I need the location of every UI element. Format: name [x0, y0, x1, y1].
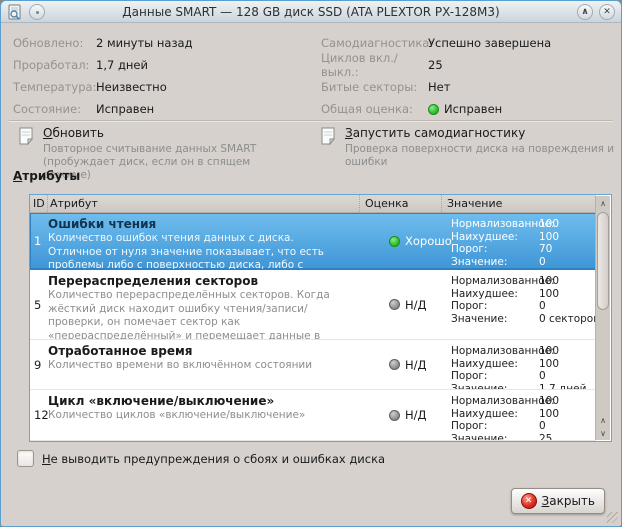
info-temperature: Температура: Неизвестно [13, 76, 193, 98]
column-header-value[interactable]: Значение [441, 195, 596, 212]
info-value: Успешно завершена [428, 36, 552, 50]
table-header: ID Атрибут Оценка Значение [30, 195, 596, 213]
table-row-powercycle[interactable]: 12 Цикл «включение/выключение» Количеств… [30, 390, 596, 441]
selftest-doc-icon [321, 127, 336, 145]
info-label: Температура: [13, 80, 97, 94]
overview-right: Самодиагностика: Успешно завершена Цикло… [321, 32, 551, 120]
close-button-label: Закрыть [541, 494, 595, 508]
info-label: Циклов вкл./выкл.: [321, 51, 398, 79]
chevron-up-icon: ∧ [581, 6, 589, 17]
selftest-button[interactable]: Запустить самодиагностику Проверка повер… [319, 126, 615, 169]
info-value: 25 [428, 58, 443, 72]
attr-description: Количество перераспределённых секторов. … [48, 289, 330, 339]
titlebar[interactable]: Данные SMART — 128 GB диск SSD (ATA PLEX… [1, 1, 621, 23]
column-header-assessment[interactable]: Оценка [359, 195, 441, 212]
attr-cell: Цикл «включение/выключение» Количество ц… [47, 390, 359, 440]
window-icon[interactable] [7, 4, 23, 20]
section-separator [9, 120, 613, 122]
resize-grip[interactable] [607, 512, 618, 523]
attr-id: 1 [34, 234, 42, 248]
attr-description: Количество времени во включённом состоян… [48, 359, 313, 371]
smart-data-dialog: Данные SMART — 128 GB диск SSD (ATA PLEX… [0, 0, 622, 527]
overview-left: Обновлено: 2 минуты назад Проработал: 1,… [13, 32, 193, 120]
info-state: Состояние: Исправен [13, 98, 193, 120]
attr-title: Перераспределения секторов [48, 274, 259, 288]
close-x-icon: ✕ [520, 493, 537, 509]
info-powercycles: Циклов вкл./выкл.: 25 [321, 51, 551, 79]
info-updated: Обновлено: 2 минуты назад [13, 32, 193, 54]
checkbox-unchecked[interactable] [17, 450, 34, 467]
attr-title: Отработанное время [48, 344, 193, 358]
selftest-label: Запустить самодиагностику [345, 126, 526, 140]
info-value: Неизвестно [96, 80, 167, 94]
refresh-label: Обновить [43, 126, 104, 140]
info-powered-on: Проработал: 1,7 дней [13, 54, 193, 76]
scrollbar-thumb[interactable] [597, 212, 609, 310]
attr-values: Нормализованное: 100 Наихудшее: 100 Порог:… [451, 395, 560, 440]
assessment-dot-icon [389, 235, 400, 247]
checkbox-label: Не выводить предупреждения о сбоях и оши… [42, 451, 386, 466]
attr-assessment: Хорошо [359, 213, 452, 269]
attributes-heading: Атрибуты [13, 169, 81, 183]
status-ok-icon [428, 103, 439, 115]
attr-description: Количество циклов «включение/выключение» [48, 409, 306, 421]
info-value: 1,7 дней [96, 58, 148, 72]
selftest-description: Проверка поверхности диска на повреждени… [345, 143, 615, 168]
attr-assessment: Н/Д [359, 340, 441, 389]
shade-button[interactable]: ∧ [577, 3, 593, 20]
assessment-text: Н/Д [405, 357, 427, 372]
suppress-warnings-checkbox-row[interactable]: Не выводить предупреждения о сбоях и оши… [17, 450, 385, 467]
vertical-scrollbar[interactable]: ∧ ∧ ∨ [595, 196, 610, 440]
scroll-up-icon[interactable]: ∧ [596, 197, 610, 210]
table-body: 1 Ошибки чтения Количество ошибок чтения… [30, 213, 596, 441]
info-value: Исправен [428, 102, 502, 116]
scroll-up-icon[interactable]: ∧ [596, 414, 610, 427]
info-label: Общая оценка: [321, 102, 413, 116]
titlebar-menu-button[interactable] [29, 3, 45, 20]
close-button[interactable]: ✕ Закрыть [510, 488, 605, 514]
attr-description: Количество ошибок чтения данных с диска.… [48, 232, 324, 269]
attr-values: Нормализованное: 100 Наихудшее: 100 Порог:… [451, 275, 596, 325]
info-overall: Общая оценка: Исправен [321, 98, 551, 120]
table-row-poweron-hours[interactable]: 9 Отработанное время Количество времени … [30, 340, 596, 390]
assessment-text: Н/Д [405, 408, 427, 422]
info-label: Обновлено: [13, 36, 84, 50]
refresh-doc-icon [19, 127, 34, 145]
info-label: Самодиагностика: [321, 36, 434, 50]
assessment-dot-icon [389, 359, 400, 370]
attr-id: 9 [34, 357, 42, 372]
window-close-button[interactable]: ✕ [599, 3, 615, 20]
attr-values: Нормализованное: 100 Наихудшее: 100 Порог:… [451, 345, 587, 389]
attr-cell: Ошибки чтения Количество ошибок чтения д… [47, 213, 359, 269]
attributes-table: ID Атрибут Оценка Значение 1 Ошибки чтен… [29, 194, 612, 442]
scroll-down-icon[interactable]: ∨ [596, 427, 610, 440]
table-row-reallocated-sectors[interactable]: 5 Перераспределения секторов Количество … [30, 270, 596, 340]
attr-id: 5 [34, 297, 42, 312]
attr-assessment: Н/Д [359, 270, 441, 339]
info-label: Проработал: [13, 58, 90, 72]
assessment-dot-icon [389, 409, 400, 421]
attr-title: Ошибки чтения [48, 217, 157, 231]
info-overall-value: Исправен [444, 102, 503, 116]
info-value: Исправен [96, 102, 155, 116]
attr-cell: Отработанное время Количество времени во… [47, 340, 359, 389]
attr-id: 12 [34, 408, 49, 422]
attr-title: Цикл «включение/выключение» [48, 394, 275, 408]
attr-assessment: Н/Д [359, 390, 441, 440]
attr-cell: Перераспределения секторов Количество пе… [47, 270, 359, 339]
info-value: Нет [428, 80, 451, 94]
column-header-id[interactable]: ID [30, 195, 47, 212]
table-row-read-errors[interactable]: 1 Ошибки чтения Количество ошибок чтения… [30, 213, 596, 270]
info-value: 2 минуты назад [96, 36, 193, 50]
attr-values: Нормализованное: 100 Наихудшее: 100 Порог:… [451, 218, 560, 268]
info-label: Битые секторы: [321, 80, 418, 94]
column-header-attribute[interactable]: Атрибут [47, 195, 359, 212]
assessment-text: Н/Д [405, 297, 427, 312]
info-bad-sectors: Битые секторы: Нет [321, 76, 551, 98]
assessment-dot-icon [389, 299, 400, 310]
close-icon: ✕ [603, 6, 611, 17]
window-title: Данные SMART — 128 GB диск SSD (ATA PLEX… [122, 4, 500, 19]
info-label: Состояние: [13, 102, 81, 116]
